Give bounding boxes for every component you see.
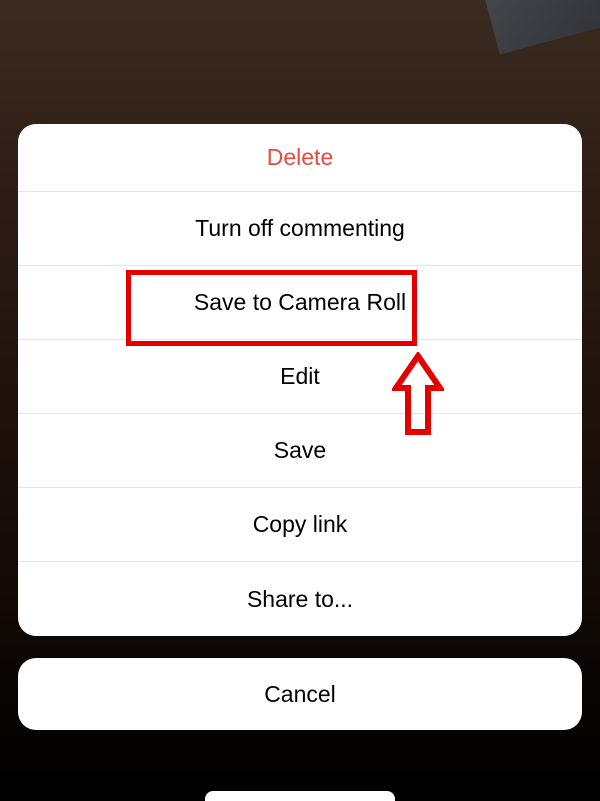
action-sheet: Delete Turn off commenting Save to Camer… [18, 124, 582, 636]
save-to-camera-roll-action[interactable]: Save to Camera Roll [18, 266, 582, 340]
cancel-label: Cancel [264, 681, 336, 708]
action-label: Edit [280, 363, 320, 390]
cancel-button[interactable]: Cancel [18, 658, 582, 730]
delete-action[interactable]: Delete [18, 124, 582, 192]
background-decoration [484, 0, 600, 55]
action-label: Turn off commenting [195, 215, 405, 242]
save-action[interactable]: Save [18, 414, 582, 488]
action-label: Save [274, 437, 326, 464]
edit-action[interactable]: Edit [18, 340, 582, 414]
share-to-action[interactable]: Share to... [18, 562, 582, 636]
copy-link-action[interactable]: Copy link [18, 488, 582, 562]
action-label: Share to... [247, 586, 353, 613]
turn-off-commenting-action[interactable]: Turn off commenting [18, 192, 582, 266]
home-indicator [205, 791, 395, 801]
action-label: Save to Camera Roll [194, 289, 406, 316]
action-label: Copy link [253, 511, 348, 538]
action-label: Delete [267, 144, 333, 171]
